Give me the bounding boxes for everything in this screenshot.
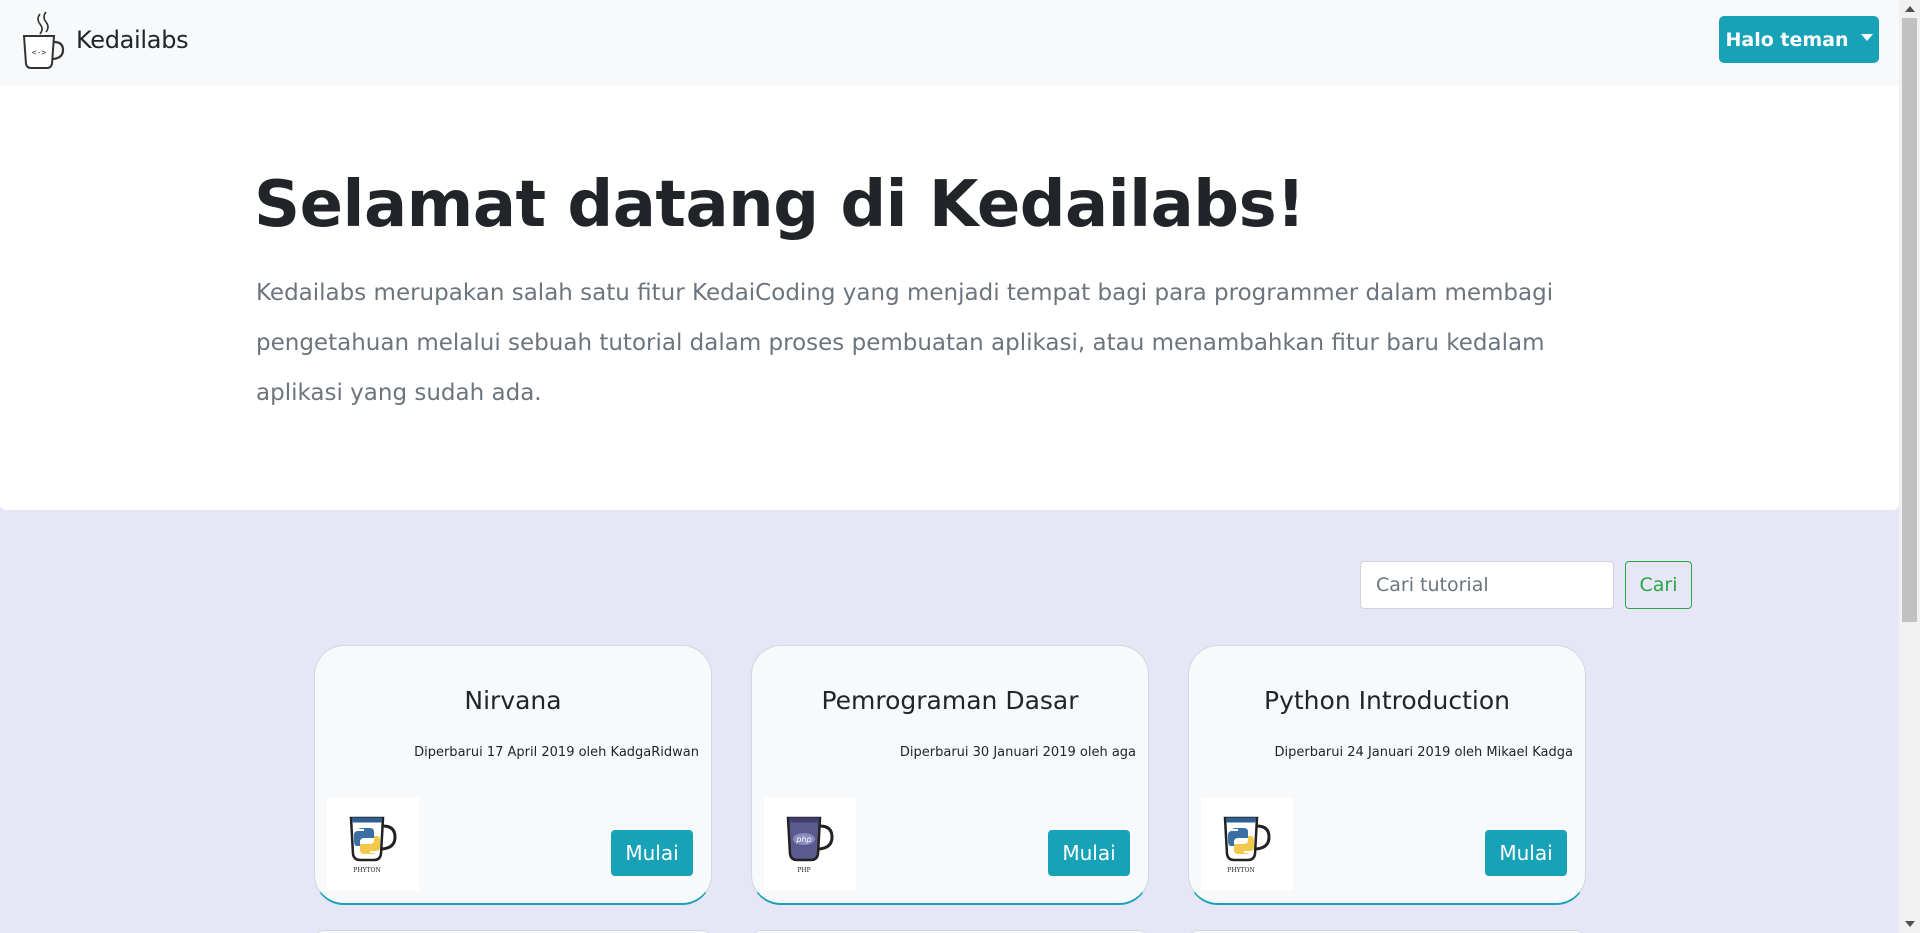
tutorial-card: Python Introduction Diperbarui 24 Januar… (1188, 645, 1586, 905)
hero-lead-text: Kedailabs merupakan salah satu fitur Ked… (256, 280, 1554, 406)
card-title: Python Introduction (1264, 686, 1510, 715)
card-updated-info: Diperbarui 17 April 2019 oleh KadgaRidwa… (414, 745, 699, 760)
user-menu-dropdown-button[interactable]: Halo teman (1719, 16, 1879, 63)
tutorial-card: Pemrograman Dasar Diperbarui 30 Januari … (751, 645, 1149, 905)
python-mug-icon: PHYTON (327, 798, 419, 890)
page-title: Selamat datang di Kedailabs! (254, 168, 1305, 242)
start-button[interactable]: Mulai (1485, 830, 1567, 876)
navbar: <-> Kedailabs Halo teman (0, 0, 1899, 86)
scrollbar-thumb[interactable] (1902, 18, 1917, 622)
brand[interactable]: <-> Kedailabs (20, 10, 189, 70)
svg-text:php: php (795, 835, 811, 844)
vertical-scrollbar[interactable] (1899, 0, 1920, 933)
svg-text:<->: <-> (32, 48, 47, 57)
hero-jumbotron: Selamat datang di Kedailabs! Kedailabs m… (0, 86, 1899, 510)
start-button[interactable]: Mulai (611, 830, 693, 876)
php-mug-icon: php PHP (764, 798, 856, 890)
coffee-mug-logo-icon: <-> (22, 11, 65, 69)
card-title: Pemrograman Dasar (821, 686, 1079, 715)
user-menu-label: Halo teman (1725, 28, 1849, 51)
start-button[interactable]: Mulai (1048, 830, 1130, 876)
search-button[interactable]: Cari (1625, 561, 1692, 609)
caret-down-icon (1860, 34, 1873, 41)
card-image-label: PHYTON (1227, 867, 1254, 874)
brand-name: Kedailabs (76, 26, 189, 54)
scroll-up-arrow-icon[interactable] (1905, 6, 1915, 12)
card-image-label: PHYTON (353, 867, 380, 874)
search-input[interactable] (1360, 561, 1614, 609)
card-image-label: PHP (797, 867, 810, 874)
scroll-down-arrow-icon[interactable] (1905, 921, 1915, 927)
card-title: Nirvana (464, 686, 562, 715)
python-mug-icon: PHYTON (1201, 798, 1293, 890)
tutorial-card: Nirvana Diperbarui 17 April 2019 oleh Ka… (314, 645, 712, 905)
card-updated-info: Diperbarui 24 Januari 2019 oleh Mikael K… (1274, 745, 1574, 760)
card-updated-info: Diperbarui 30 Januari 2019 oleh aga (899, 745, 1136, 760)
